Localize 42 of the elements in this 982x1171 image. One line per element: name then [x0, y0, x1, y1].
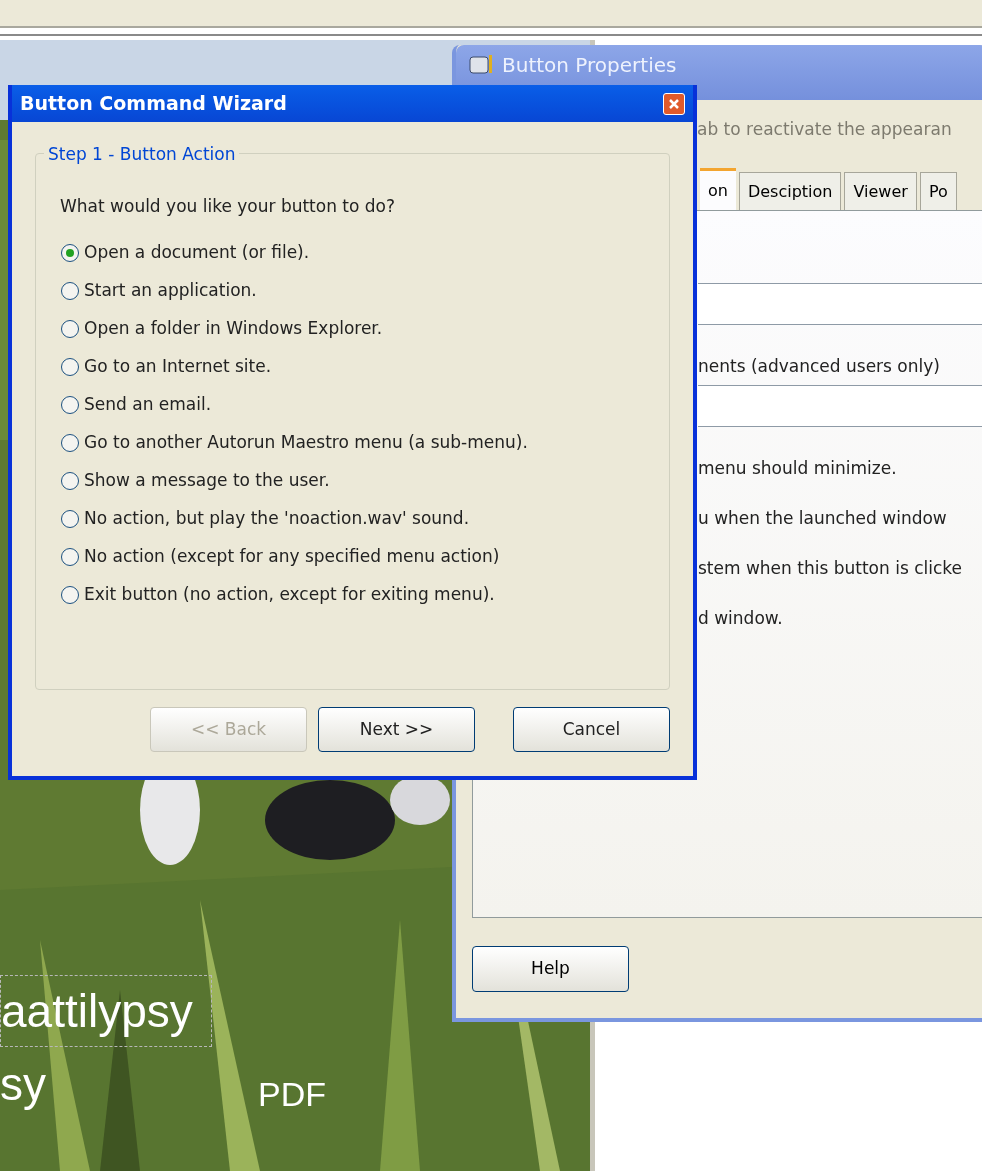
- input-field[interactable]: [698, 283, 982, 325]
- option-label: Send an email.: [84, 393, 212, 417]
- radio-button[interactable]: [60, 319, 80, 339]
- radio-button[interactable]: [60, 395, 80, 415]
- option-label: No action, but play the 'noaction.wav' sound.: [84, 507, 470, 531]
- menu-label: PDF: [258, 1077, 326, 1111]
- window-title: Button Command Wizard: [20, 91, 287, 117]
- radio-button[interactable]: [60, 433, 80, 453]
- tab[interactable]: Viewer: [844, 172, 917, 210]
- dialog-button[interactable]: Next >>: [318, 707, 475, 752]
- option-label: No action (except for any specified menu action): [84, 545, 500, 569]
- tab[interactable]: Desciption: [738, 172, 842, 210]
- question-text: What would you like your button to do?: [60, 195, 397, 218]
- radio-button[interactable]: [60, 547, 80, 567]
- radio-button[interactable]: [60, 509, 80, 529]
- option-label: Start an application.: [84, 279, 257, 303]
- close-icon: [668, 97, 680, 110]
- close-button[interactable]: [663, 92, 685, 115]
- option-label: Show a message to the user.: [84, 469, 330, 493]
- option-label: Go to an Internet site.: [84, 355, 272, 379]
- input-field[interactable]: [698, 385, 982, 427]
- option-label: Open a folder in Windows Explorer.: [84, 317, 383, 341]
- help-button[interactable]: Help: [472, 946, 629, 992]
- tab[interactable]: Po: [919, 172, 957, 210]
- window-title: Button Properties: [502, 55, 677, 75]
- option-text: nents (advanced users only): [698, 355, 940, 377]
- option-text: stem when this button is clicke: [698, 557, 962, 579]
- radio-button[interactable]: [60, 281, 80, 301]
- dialog-button[interactable]: Cancel: [513, 707, 670, 752]
- option-text: u when the launched window: [698, 507, 947, 529]
- radio-button[interactable]: [60, 585, 80, 605]
- radio-button[interactable]: [60, 243, 80, 263]
- option-label: Open a document (or file).: [84, 241, 310, 265]
- radio-button[interactable]: [60, 471, 80, 491]
- option-label: Exit button (no action, except for exiting menu).: [84, 583, 495, 607]
- tab[interactable]: on: [700, 168, 736, 210]
- hint-text: ab to reactivate the appearan: [697, 118, 952, 142]
- radio-button[interactable]: [60, 357, 80, 377]
- option-text: menu should minimize.: [698, 457, 897, 479]
- option-text: d window.: [698, 607, 783, 629]
- option-label: Go to another Autorun Maestro menu (a sub-menu).: [84, 431, 528, 455]
- menu-label: aattilypsy: [0, 975, 212, 1047]
